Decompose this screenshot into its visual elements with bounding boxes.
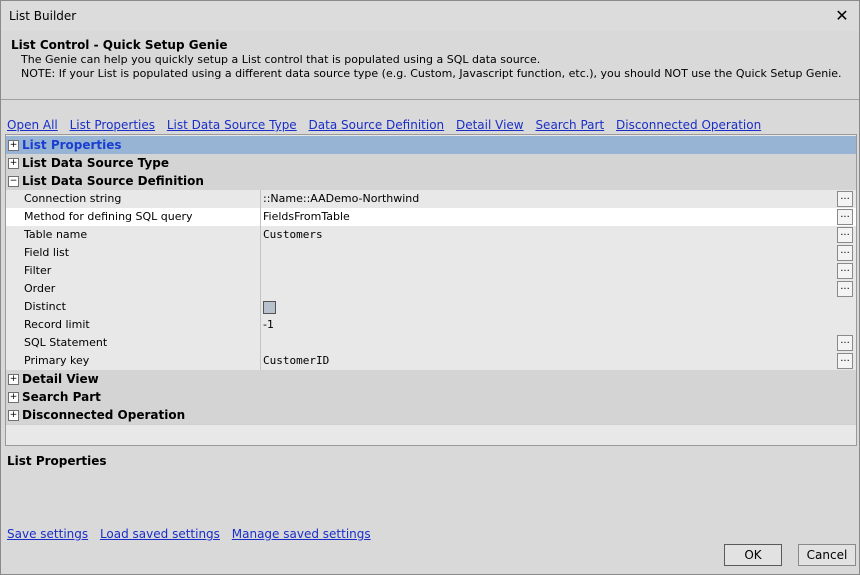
- prop-row-method-sql-query[interactable]: Method for defining SQL query FieldsFrom…: [6, 208, 856, 227]
- section-detail-view[interactable]: + Detail View: [6, 370, 856, 389]
- section-label: Search Part: [22, 390, 101, 404]
- prop-name: Primary key: [24, 354, 90, 367]
- prop-name: Record limit: [24, 318, 90, 331]
- cancel-button[interactable]: Cancel: [798, 544, 856, 566]
- prop-row-record-limit[interactable]: Record limit -1: [6, 316, 856, 335]
- column-divider: [260, 298, 261, 316]
- prop-row-field-list[interactable]: Field list ...: [6, 244, 856, 263]
- list-builder-window: List Builder ✕ List Control - Quick Setu…: [0, 0, 860, 575]
- prop-row-table-name[interactable]: Table name Customers ...: [6, 226, 856, 245]
- prop-name: Table name: [24, 228, 88, 241]
- ellipsis-button[interactable]: ...: [837, 209, 853, 225]
- nav-link-data-source-definition[interactable]: Data Source Definition: [309, 118, 445, 132]
- header-title: List Control - Quick Setup Genie: [11, 38, 228, 52]
- section-list-properties[interactable]: + List Properties: [6, 136, 856, 155]
- ellipsis-button[interactable]: ...: [837, 335, 853, 351]
- ellipsis-button[interactable]: ...: [837, 245, 853, 261]
- ellipsis-button[interactable]: ...: [837, 191, 853, 207]
- column-divider: [260, 244, 261, 262]
- ellipsis-button[interactable]: ...: [837, 281, 853, 297]
- prop-row-order[interactable]: Order ...: [6, 280, 856, 299]
- section-label: List Data Source Type: [22, 156, 169, 170]
- column-divider: [260, 334, 261, 352]
- header-line-1: The Genie can help you quickly setup a L…: [21, 53, 541, 66]
- ellipsis-button[interactable]: ...: [837, 227, 853, 243]
- column-divider: [260, 316, 261, 334]
- prop-name: Connection string: [24, 192, 122, 205]
- nav-link-detail-view[interactable]: Detail View: [456, 118, 524, 132]
- distinct-checkbox[interactable]: [263, 301, 276, 314]
- expand-icon[interactable]: +: [8, 158, 19, 169]
- prop-value[interactable]: FieldsFromTable: [263, 210, 350, 223]
- collapse-icon[interactable]: −: [8, 176, 19, 187]
- prop-row-distinct[interactable]: Distinct: [6, 298, 856, 317]
- prop-name: Distinct: [24, 300, 66, 313]
- prop-row-filter[interactable]: Filter ...: [6, 262, 856, 281]
- header-description: The Genie can help you quickly setup a L…: [21, 53, 842, 81]
- prop-row-connection-string[interactable]: Connection string ::Name::AADemo-Northwi…: [6, 190, 856, 209]
- ellipsis-button[interactable]: ...: [837, 263, 853, 279]
- nav-link-search-part[interactable]: Search Part: [535, 118, 604, 132]
- nav-link-open-all[interactable]: Open All: [7, 118, 58, 132]
- ok-button[interactable]: OK: [724, 544, 782, 566]
- column-divider: [260, 190, 261, 208]
- section-search-part[interactable]: + Search Part: [6, 388, 856, 407]
- prop-name: Order: [24, 282, 56, 295]
- genie-header: List Control - Quick Setup Genie The Gen…: [1, 31, 859, 100]
- ellipsis-button[interactable]: ...: [837, 353, 853, 369]
- load-saved-settings-link[interactable]: Load saved settings: [100, 527, 220, 541]
- section-list-data-source-definition[interactable]: − List Data Source Definition: [6, 172, 856, 191]
- prop-value[interactable]: ::Name::AADemo-Northwind: [263, 192, 419, 205]
- nav-link-list-properties[interactable]: List Properties: [70, 118, 155, 132]
- column-divider: [260, 352, 261, 370]
- column-divider: [260, 208, 261, 226]
- column-divider: [260, 262, 261, 280]
- nav-link-disconnected-operation[interactable]: Disconnected Operation: [616, 118, 761, 132]
- prop-value[interactable]: CustomerID: [263, 354, 329, 367]
- prop-row-primary-key[interactable]: Primary key CustomerID ...: [6, 352, 856, 371]
- nav-link-list-data-source-type[interactable]: List Data Source Type: [167, 118, 297, 132]
- title-bar: List Builder ✕: [1, 1, 859, 31]
- property-grid: + List Properties + List Data Source Typ…: [5, 134, 857, 446]
- prop-name: Field list: [24, 246, 70, 259]
- prop-name: SQL Statement: [24, 336, 108, 349]
- manage-saved-settings-link[interactable]: Manage saved settings: [232, 527, 371, 541]
- header-line-2: NOTE: If your List is populated using a …: [21, 67, 842, 80]
- save-settings-link[interactable]: Save settings: [7, 527, 88, 541]
- prop-row-sql-statement[interactable]: SQL Statement ...: [6, 334, 856, 353]
- description-panel-title: List Properties: [7, 454, 107, 468]
- section-label: List Data Source Definition: [22, 174, 204, 188]
- prop-value[interactable]: -1: [263, 318, 274, 331]
- section-nav: Open All List Properties List Data Sourc…: [7, 118, 769, 132]
- column-divider: [260, 226, 261, 244]
- expand-icon[interactable]: +: [8, 374, 19, 385]
- section-list-data-source-type[interactable]: + List Data Source Type: [6, 154, 856, 173]
- prop-name: Filter: [24, 264, 52, 277]
- settings-links: Save settings Load saved settings Manage…: [7, 527, 379, 541]
- window-title: List Builder: [9, 9, 77, 23]
- prop-name: Method for defining SQL query: [24, 210, 193, 223]
- close-icon[interactable]: ✕: [825, 1, 859, 31]
- section-label: List Properties: [22, 138, 122, 152]
- expand-icon[interactable]: +: [8, 392, 19, 403]
- prop-value[interactable]: Customers: [263, 228, 323, 241]
- expand-icon[interactable]: +: [8, 140, 19, 151]
- section-label: Detail View: [22, 372, 99, 386]
- section-disconnected-operation[interactable]: + Disconnected Operation: [6, 406, 856, 425]
- section-label: Disconnected Operation: [22, 408, 186, 422]
- expand-icon[interactable]: +: [8, 410, 19, 421]
- column-divider: [260, 280, 261, 298]
